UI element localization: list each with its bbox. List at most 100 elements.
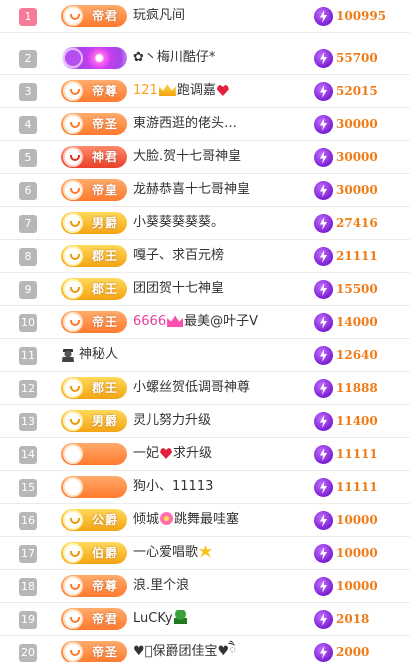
leaderboard-row[interactable]: 9 郡王 团团贺十七神皇 15500 [0, 273, 410, 306]
leaderboard-row[interactable]: 16 公爵 倾城 跳舞最哇塞 10000 [0, 504, 410, 537]
leaderboard-row[interactable]: 11 神秘人 12640 [0, 339, 410, 372]
user-name-prefix: 121 [133, 83, 158, 98]
user-name[interactable]: 一心爱唱歌 [133, 537, 213, 569]
leaderboard-row[interactable]: 4 帝圣 東游西逛的佬头… 30000 [0, 108, 410, 141]
user-name[interactable]: 灵儿努力升级 [133, 405, 211, 437]
user-name[interactable]: 小螺丝贺低调哥神尊 [133, 372, 250, 404]
user-name[interactable]: 121 跑调嘉 [133, 75, 230, 107]
leaderboard-row[interactable]: 6 帝皇 龙赫恭喜十七哥神皇 30000 [0, 174, 410, 207]
user-name[interactable]: 倾城 跳舞最哇塞 [133, 504, 239, 536]
user-name-text: 小葵葵葵葵葵。 [133, 215, 225, 230]
user-name[interactable]: 6666 最美@叶子V [133, 306, 258, 338]
heart-icon [160, 448, 173, 459]
lightning-coin-icon [314, 181, 333, 200]
contribution-score: 10000 [336, 513, 378, 527]
user-name[interactable]: 一妃 求升级 [133, 438, 212, 470]
level-badge [61, 443, 127, 465]
lightning-coin-icon [314, 511, 333, 530]
user-name-text: 嘎子、求百元榜 [133, 248, 225, 263]
lightning-coin-icon [314, 247, 333, 266]
level-badge: 帝圣 [61, 113, 127, 135]
rank-number: 9 [19, 281, 37, 299]
rank-number: 17 [19, 545, 37, 563]
level-badge: 帝皇 [61, 179, 127, 201]
level-badge-title: 公爵 [91, 513, 118, 527]
level-badge-title: 帝尊 [91, 84, 118, 98]
crown-emblem-icon [63, 609, 83, 629]
level-badge: 郡王 [61, 377, 127, 399]
rank-number: 5 [19, 149, 37, 167]
contribution-score: 10000 [336, 579, 378, 593]
user-name-text: 神秘人 [79, 347, 119, 362]
leaderboard-row[interactable]: 15 狗小、11113 11111 [0, 471, 410, 504]
lightning-coin-icon [314, 214, 333, 233]
contribution-score: 30000 [336, 183, 378, 197]
leaderboard-row[interactable]: 20 帝圣 ♥ཻ保爵团佳宝♥ཻ 2000 [0, 636, 410, 662]
contribution-score: 52015 [336, 84, 378, 98]
user-name-text: 一心爱唱歌 [133, 545, 199, 560]
leaderboard-row[interactable]: 14 一妃 求升级 11111 [0, 438, 410, 471]
contribution-score: 30000 [336, 150, 378, 164]
leaderboard-row[interactable]: 3 帝尊 121 跑调嘉 52015 [0, 75, 410, 108]
level-badge-title: 帝君 [91, 612, 118, 626]
rank-number: 2 [19, 50, 37, 68]
user-name-prefix: 倾城 [133, 512, 160, 527]
leaderboard-row[interactable]: 7 男爵 小葵葵葵葵葵。 27416 [0, 207, 410, 240]
rank-number: 13 [19, 413, 37, 431]
user-name[interactable]: ♥ཻ保爵团佳宝♥ཻ [133, 636, 236, 662]
level-badge [61, 47, 127, 69]
lightning-coin-icon [314, 82, 333, 101]
lightning-coin-icon [314, 544, 333, 563]
crown-emblem-icon [63, 246, 83, 266]
level-badge: 帝尊 [61, 575, 127, 597]
contribution-score: 11400 [336, 414, 378, 428]
user-name-text: 玩疯凡间 [133, 8, 186, 23]
leaderboard-row[interactable]: 10 帝王 6666 最美@叶子V 14000 [0, 306, 410, 339]
avatar-icon [173, 610, 187, 624]
user-name-text: LuCKy [133, 611, 173, 626]
user-name[interactable]: 龙赫恭喜十七哥神皇 [133, 174, 250, 206]
rank-number: 8 [19, 248, 37, 266]
leaderboard-row[interactable]: 18 帝尊 浪.里个浪 10000 [0, 570, 410, 603]
rank-number: 3 [19, 83, 37, 101]
crown-emblem-icon [63, 444, 83, 464]
leaderboard-row[interactable]: 2 ✿丶梅川酷仔* 55700 [0, 42, 410, 75]
crown-emblem-icon [63, 477, 83, 497]
rank-number: 20 [19, 644, 37, 662]
leaderboard-row[interactable]: 5 神君 大脸.贺十七哥神皇 30000 [0, 141, 410, 174]
leaderboard-row[interactable]: 12 郡王 小螺丝贺低调哥神尊 11888 [0, 372, 410, 405]
level-badge-title: 帝圣 [91, 117, 118, 131]
user-name[interactable]: 玩疯凡间 [133, 0, 185, 32]
contribution-score: 100995 [336, 9, 387, 23]
leaderboard-row[interactable]: 8 郡王 嘎子、求百元榜 21111 [0, 240, 410, 273]
leaderboard-row[interactable]: 13 男爵 灵儿努力升级 11400 [0, 405, 410, 438]
crown-icon [167, 315, 184, 327]
user-name[interactable]: LuCKy [133, 603, 188, 635]
crown-emblem-icon [63, 180, 83, 200]
user-name[interactable]: 大脸.贺十七哥神皇 [133, 141, 241, 173]
user-name[interactable]: 浪.里个浪 [133, 570, 189, 602]
user-name[interactable]: 团团贺十七神皇 [133, 273, 224, 305]
level-badge: 帝君 [61, 608, 127, 630]
leaderboard-row[interactable]: 17 伯爵 一心爱唱歌 10000 [0, 537, 410, 570]
user-name[interactable]: 狗小、11113 [133, 471, 213, 503]
user-name[interactable]: 東游西逛的佬头… [133, 108, 237, 140]
level-badge: 男爵 [61, 212, 127, 234]
leaderboard-row[interactable]: 19 帝君 LuCKy 2018 [0, 603, 410, 636]
contribution-score: 55700 [336, 51, 378, 65]
level-badge: 伯爵 [61, 542, 127, 564]
user-name[interactable]: 嘎子、求百元榜 [133, 240, 224, 272]
user-name[interactable]: 小葵葵葵葵葵。 [133, 207, 224, 239]
sparkle-icon [199, 545, 213, 558]
leaderboard-row[interactable]: 1 帝君 玩疯凡间 100995 [0, 0, 410, 33]
lightning-coin-icon [314, 7, 333, 26]
crown-emblem-icon [63, 81, 83, 101]
user-name[interactable]: 神秘人 [79, 339, 118, 371]
flower-icon [160, 512, 174, 525]
user-name-text: 最美@叶子V [184, 314, 258, 329]
crown-emblem-icon [63, 510, 83, 530]
user-name[interactable]: ✿丶梅川酷仔* [133, 42, 215, 74]
crown-emblem-icon [63, 213, 83, 233]
rank-number: 7 [19, 215, 37, 233]
lightning-coin-icon [314, 148, 333, 167]
